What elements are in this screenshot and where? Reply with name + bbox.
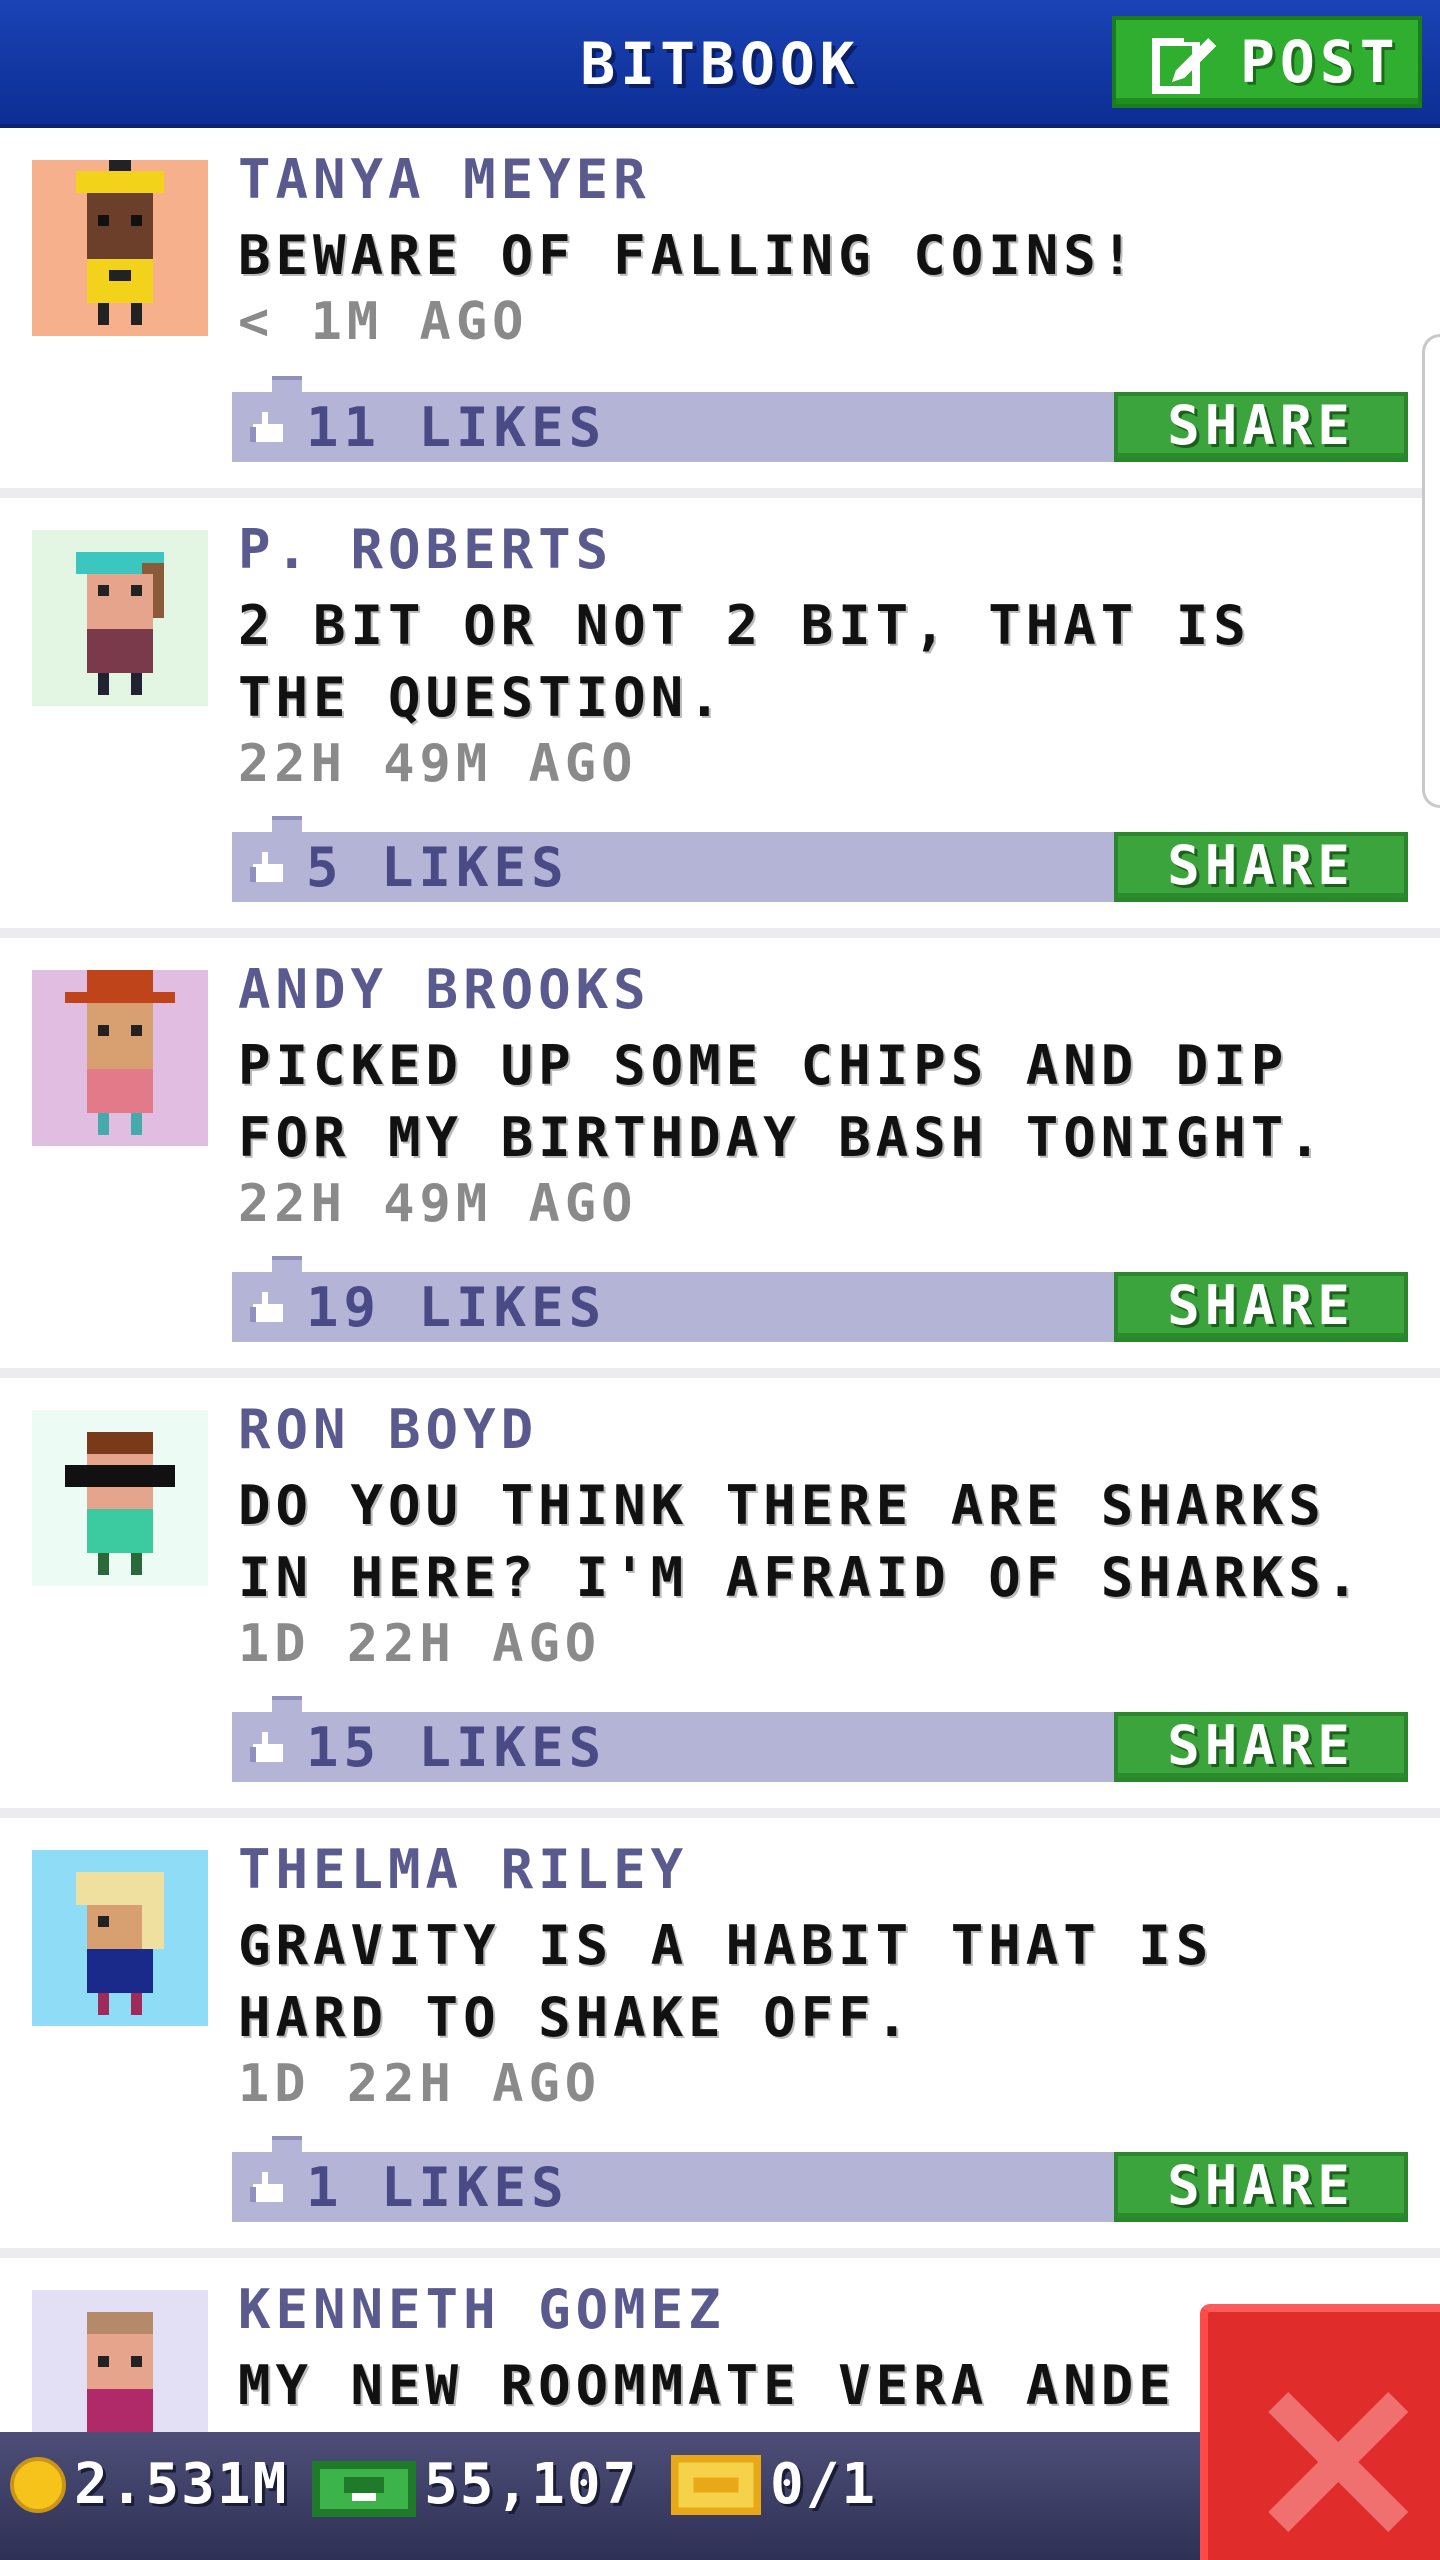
like-bar-tab [272, 376, 302, 392]
post-message: DO YOU THINK THERE ARE SHARKS IN HERE? I… [238, 1474, 1364, 1609]
scroll-indicator[interactable] [1422, 334, 1440, 808]
tickets-stat: 0/1 [670, 2452, 877, 2517]
post-item: THELMA RILEY GRAVITY IS A HABIT THAT IS … [0, 1818, 1440, 2258]
avatar [32, 1410, 208, 1586]
post-item: P. ROBERTS 2 BIT OR NOT 2 BIT, THAT IS T… [0, 498, 1440, 938]
avatar [32, 530, 208, 706]
post-time: < 1M AGO [238, 292, 529, 352]
post-item: RON BOYD DO YOU THINK THERE ARE SHARKS I… [0, 1378, 1440, 1818]
like-count: 11 LIKES [306, 396, 607, 459]
post-message: MY NEW ROOMMATE VERA ANDE [238, 2354, 1176, 2417]
like-count: 19 LIKES [306, 1276, 607, 1339]
app-header: BITBOOK POST [0, 0, 1440, 128]
thumbs-up-icon[interactable] [250, 1292, 286, 1322]
cash-value: 55,107 [424, 2452, 639, 2517]
coin-icon [10, 2456, 66, 2513]
like-bar: 11 LIKES SHARE [232, 376, 1408, 462]
share-button[interactable]: SHARE [1114, 1272, 1408, 1342]
post-message: BEWARE OF FALLING COINS! [238, 224, 1139, 287]
edit-icon [1152, 34, 1216, 94]
like-bar-tab [272, 2136, 302, 2152]
share-button[interactable]: SHARE [1114, 392, 1408, 462]
author-name[interactable]: RON BOYD [238, 1398, 538, 1461]
close-icon [1268, 2392, 1408, 2532]
like-count: 15 LIKES [306, 1716, 607, 1779]
thumbs-up-icon[interactable] [250, 2172, 286, 2202]
like-bar: 19 LIKES SHARE [232, 1256, 1408, 1342]
post-message: PICKED UP SOME CHIPS AND DIP FOR MY BIRT… [238, 1034, 1326, 1169]
post-button[interactable]: POST [1112, 16, 1422, 108]
post-time: 22H 49M AGO [238, 734, 638, 794]
like-bar: 5 LIKES SHARE [232, 816, 1408, 902]
ticket-icon [671, 2454, 761, 2515]
like-bar: 15 LIKES SHARE [232, 1696, 1408, 1782]
like-bar: 1 LIKES SHARE [232, 2136, 1408, 2222]
avatar [32, 160, 208, 336]
like-count: 1 LIKES [306, 2156, 569, 2219]
coins-stat: 2.531M [10, 2452, 288, 2517]
avatar [32, 1850, 208, 2026]
share-button[interactable]: SHARE [1114, 2152, 1408, 2222]
share-button[interactable]: SHARE [1114, 832, 1408, 902]
post-message: GRAVITY IS A HABIT THAT IS HARD TO SHAKE… [238, 1914, 1214, 2049]
like-bar-tab [272, 1256, 302, 1272]
author-name[interactable]: TANYA MEYER [238, 148, 651, 211]
post-message: 2 BIT OR NOT 2 BIT, THAT IS THE QUESTION… [238, 594, 1251, 729]
coins-value: 2.531M [74, 2452, 289, 2517]
share-button[interactable]: SHARE [1114, 1712, 1408, 1782]
thumbs-up-icon[interactable] [250, 852, 286, 882]
author-name[interactable]: THELMA RILEY [238, 1838, 688, 1901]
tickets-value: 0/1 [770, 2452, 878, 2517]
author-name[interactable]: ANDY BROOKS [238, 958, 651, 1021]
like-bar-tab [272, 816, 302, 832]
author-name[interactable]: P. ROBERTS [238, 518, 613, 581]
avatar [32, 970, 208, 1146]
post-button-label: POST [1240, 28, 1400, 96]
like-count: 5 LIKES [306, 836, 569, 899]
close-button[interactable] [1200, 2304, 1440, 2560]
post-time: 22H 49M AGO [238, 1174, 638, 1234]
post-item: ANDY BROOKS PICKED UP SOME CHIPS AND DIP… [0, 938, 1440, 1378]
post-time: 1D 22H AGO [238, 1614, 602, 1674]
post-time: 1D 22H AGO [238, 2054, 602, 2114]
author-name[interactable]: KENNETH GOMEZ [238, 2278, 726, 2341]
like-bar-tab [272, 1696, 302, 1712]
thumbs-up-icon[interactable] [250, 412, 286, 442]
post-item: TANYA MEYER BEWARE OF FALLING COINS! < 1… [0, 128, 1440, 498]
thumbs-up-icon[interactable] [250, 1732, 286, 1762]
cash-stat: 55,107 [312, 2452, 638, 2517]
cash-icon [312, 2460, 416, 2517]
